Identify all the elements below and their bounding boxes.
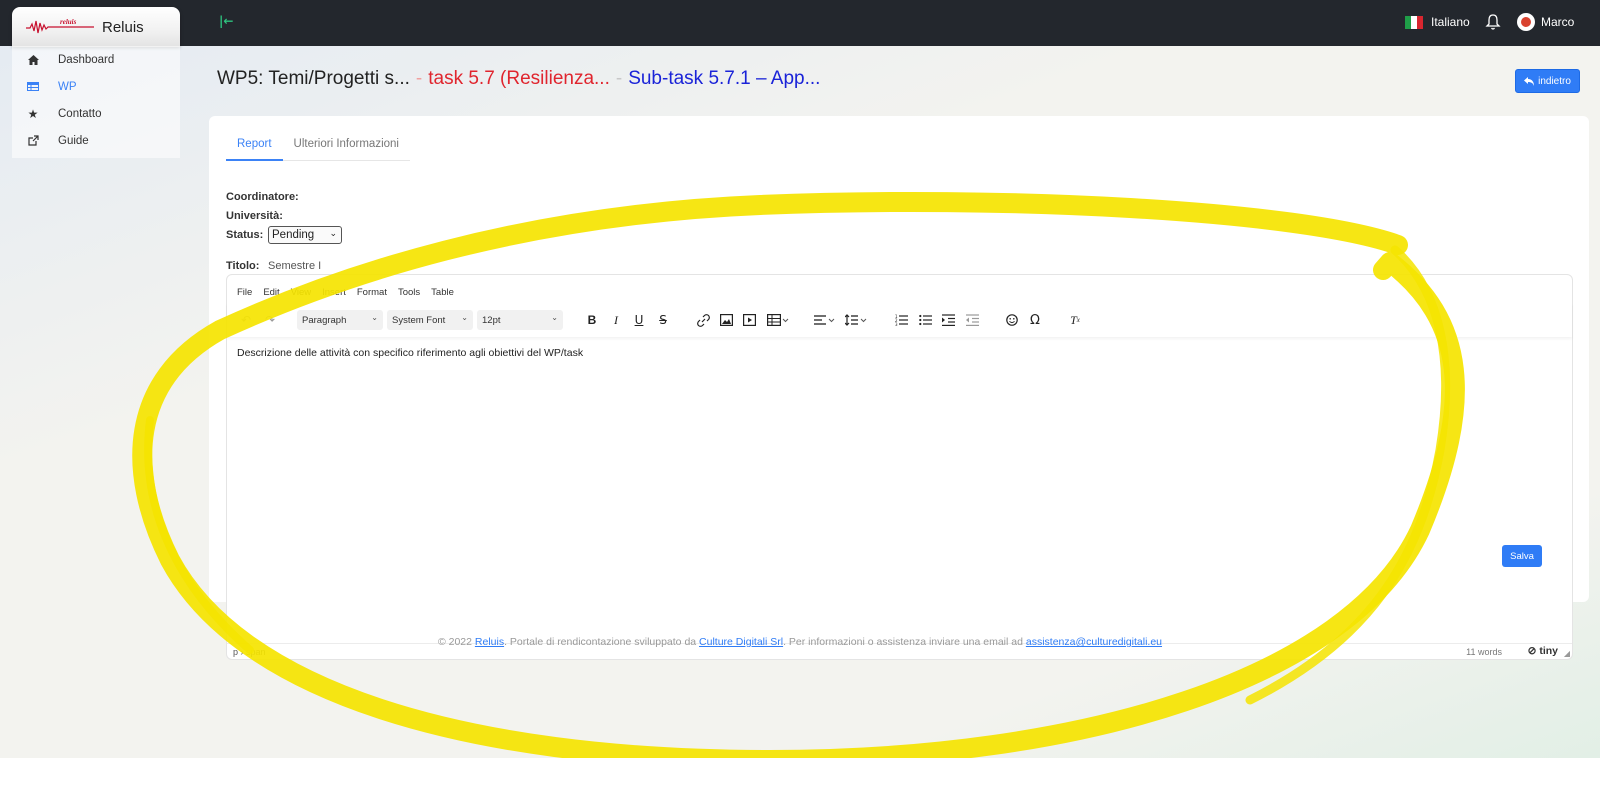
redo-icon[interactable]: ↷: [260, 311, 280, 329]
reluis-logo: reluis: [26, 18, 94, 34]
font-family-select[interactable]: System Font ⌄: [387, 310, 473, 330]
media-icon[interactable]: [739, 311, 759, 329]
underline-icon[interactable]: U: [629, 311, 649, 329]
sidebar-item-guide[interactable]: Guide: [12, 127, 180, 154]
language-label: Italiano: [1431, 15, 1470, 29]
bullet-list-icon[interactable]: [915, 311, 935, 329]
sidebar-item-label: Guide: [58, 134, 89, 147]
status-value: Pending: [272, 229, 315, 241]
svg-text:3: 3: [895, 322, 898, 326]
footer-text: . Portale di rendicontazione sviluppato …: [504, 636, 697, 648]
align-icon[interactable]: [812, 311, 838, 329]
footer: © 2022 Reluis. Portale di rendicontazion…: [0, 636, 1600, 648]
star-icon: ★: [27, 106, 39, 121]
tab-report[interactable]: Report: [226, 134, 283, 161]
language-selector[interactable]: Italiano: [1405, 11, 1470, 33]
tab-bar: Report Ulteriori Informazioni: [226, 134, 410, 161]
footer-reluis-link[interactable]: Reluis: [475, 636, 504, 648]
menu-file[interactable]: File: [237, 287, 252, 298]
block-format-select[interactable]: Paragraph ⌄: [297, 310, 383, 330]
editor-content[interactable]: Descrizione delle attività con specifico…: [237, 347, 583, 359]
status-label: Status:: [226, 229, 264, 241]
page-bottom-margin: [0, 758, 1600, 789]
avatar: [1517, 13, 1535, 31]
special-character-icon[interactable]: Ω: [1025, 311, 1045, 329]
font-size-value: 12pt: [482, 314, 501, 326]
word-count[interactable]: 11 words: [1466, 647, 1502, 657]
back-button[interactable]: indietro: [1515, 69, 1580, 93]
line-height-icon[interactable]: [844, 311, 870, 329]
breadcrumb-separator: -: [415, 68, 423, 89]
page-title: WP5: Temi/Progetti s... - task 5.7 (Resili…: [217, 68, 820, 90]
footer-company-link[interactable]: Culture Digitali Srl: [699, 636, 783, 648]
tab-ulteriori-informazioni[interactable]: Ulteriori Informazioni: [283, 134, 410, 160]
breadcrumb-subtask[interactable]: Sub-task 5.7.1 – App...: [628, 68, 820, 89]
editor-menubar: File Edit View Insert Format Tools Table: [237, 287, 465, 298]
arrow-left-to-line-icon[interactable]: |←: [219, 12, 235, 30]
titolo-label: Titolo:: [226, 260, 260, 272]
reply-icon: [1524, 76, 1535, 86]
chevron-down-icon: ⌄: [371, 313, 378, 322]
clear-formatting-icon[interactable]: Tx: [1065, 311, 1085, 329]
link-icon[interactable]: [693, 311, 713, 329]
table-insert-icon[interactable]: [764, 311, 792, 329]
footer-email-link[interactable]: assistenza@culturedigitali.eu: [1026, 636, 1162, 648]
element-path[interactable]: p › span: [233, 647, 266, 657]
indent-icon[interactable]: [938, 311, 958, 329]
menu-tools[interactable]: Tools: [398, 287, 420, 298]
image-icon[interactable]: [716, 311, 736, 329]
user-menu[interactable]: Marco: [1517, 11, 1574, 33]
bell-icon[interactable]: [1485, 13, 1501, 31]
breadcrumb-task[interactable]: task 5.7 (Resilienza...: [428, 68, 610, 89]
svg-text:reluis: reluis: [60, 18, 77, 26]
rich-text-editor: File Edit View Insert Format Tools Table…: [226, 274, 1573, 660]
report-card: Report Ulteriori Informazioni Coordinato…: [209, 116, 1589, 660]
bold-icon[interactable]: B: [582, 311, 602, 329]
italic-icon[interactable]: I: [606, 311, 626, 329]
block-format-value: Paragraph: [302, 314, 347, 326]
back-button-label: indietro: [1538, 75, 1571, 87]
resize-handle-icon[interactable]: ◢: [1564, 649, 1570, 658]
save-button[interactable]: Salva: [1502, 545, 1542, 567]
chevron-down-icon: ⌄: [461, 313, 468, 322]
emoji-icon[interactable]: [1002, 311, 1022, 329]
brand-name: Reluis: [102, 18, 144, 36]
footer-text: . Per informazioni o assistenza inviare …: [783, 636, 1023, 648]
sidebar-item-label: Dashboard: [58, 53, 115, 66]
menu-view[interactable]: View: [291, 287, 311, 298]
sidebar: Dashboard WP ★ Contatto Guide: [12, 46, 180, 158]
user-name: Marco: [1541, 15, 1575, 29]
home-icon: [26, 53, 40, 67]
titolo-value: Semestre I: [268, 260, 322, 272]
chevron-down-icon: ⌄: [329, 228, 337, 238]
numbered-list-icon[interactable]: 123: [891, 311, 911, 329]
table-icon: [26, 80, 40, 94]
sidebar-item-wp[interactable]: WP: [12, 73, 180, 100]
sidebar-item-contatto[interactable]: ★ Contatto: [12, 100, 180, 127]
menu-edit[interactable]: Edit: [263, 287, 279, 298]
editor-toolbar: ↶ ↷ Paragraph ⌄ System Font ⌄ 12pt ⌄ B I U …: [227, 303, 1572, 337]
brand[interactable]: reluis Reluis: [12, 7, 180, 47]
footer-copyright: © 2022: [437, 636, 472, 648]
breadcrumb-separator: -: [615, 68, 623, 89]
font-size-select[interactable]: 12pt ⌄: [477, 310, 563, 330]
italy-flag-icon: [1405, 15, 1423, 29]
sidebar-item-label: WP: [58, 80, 77, 93]
undo-icon[interactable]: ↶: [236, 311, 256, 329]
sidebar-item-dashboard[interactable]: Dashboard: [12, 46, 180, 73]
menu-format[interactable]: Format: [357, 287, 387, 298]
font-family-value: System Font: [392, 314, 446, 326]
status-select[interactable]: Pending ⌄: [268, 226, 342, 244]
universita-label: Università:: [226, 210, 283, 222]
external-link-icon: [26, 134, 40, 148]
breadcrumb-wp[interactable]: WP5: Temi/Progetti s...: [217, 68, 410, 89]
sidebar-item-label: Contatto: [58, 107, 102, 120]
strikethrough-icon[interactable]: S: [653, 311, 673, 329]
menu-insert[interactable]: Insert: [322, 287, 346, 298]
chevron-down-icon: ⌄: [551, 313, 558, 322]
top-navbar: [0, 0, 1600, 46]
outdent-icon[interactable]: [962, 311, 982, 329]
coordinatore-label: Coordinatore:: [226, 191, 299, 203]
menu-table[interactable]: Table: [431, 287, 454, 298]
